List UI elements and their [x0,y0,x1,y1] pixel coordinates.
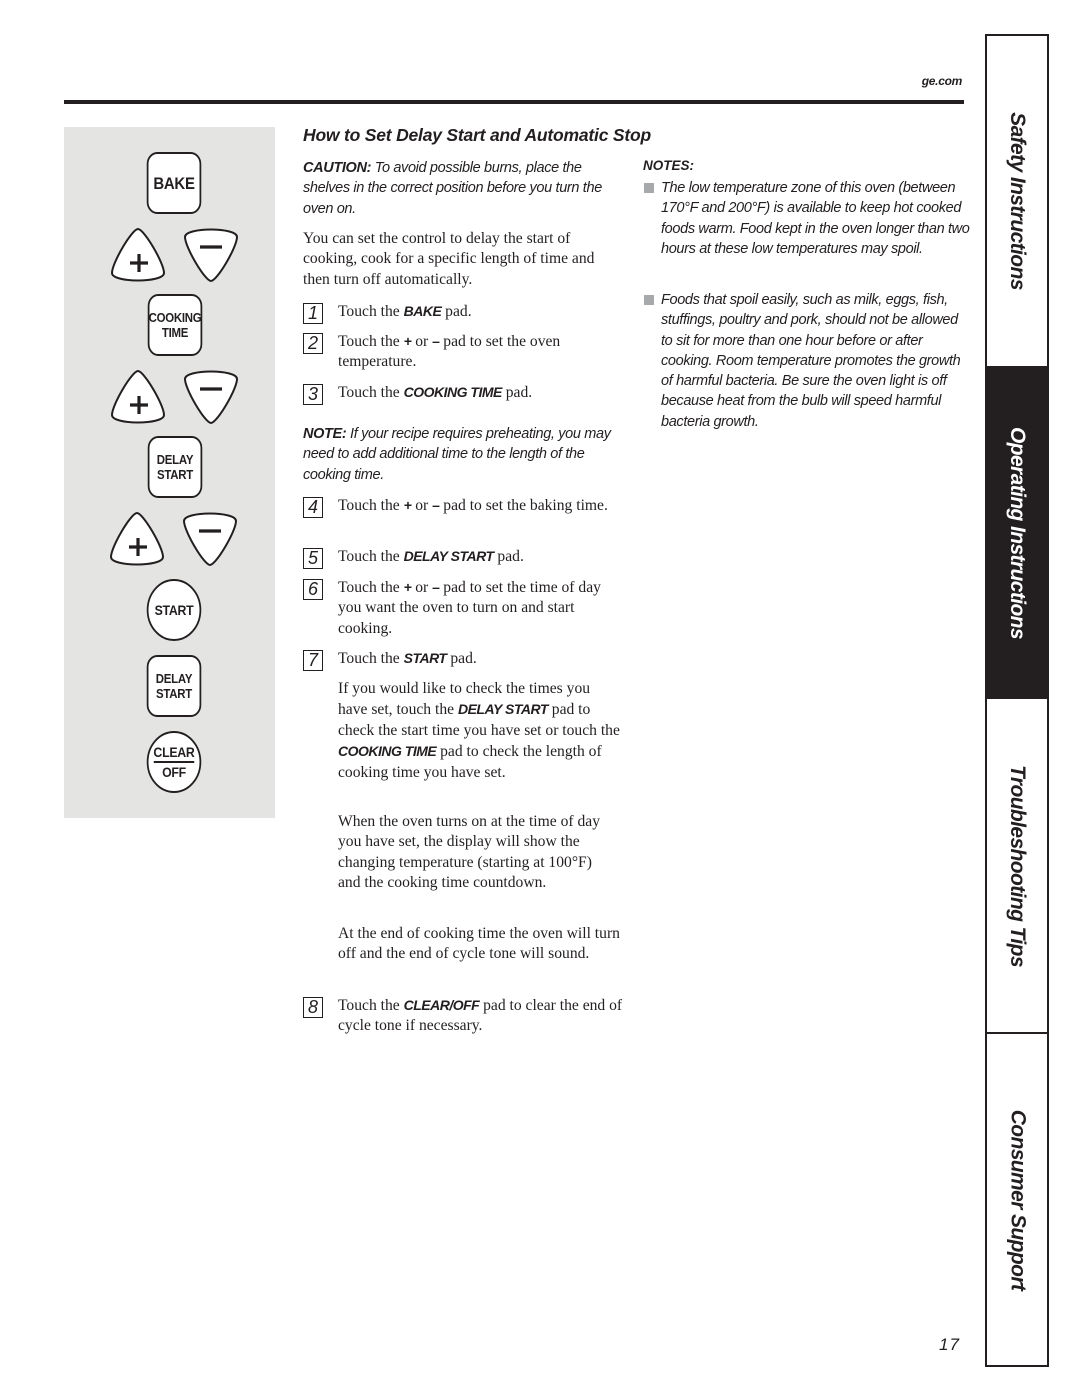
square-bullet-icon [644,183,654,193]
step-number: 3 [303,384,323,405]
step-number: 6 [303,579,323,600]
tab-label: Operating Instructions [1006,426,1029,639]
tab-safety-instructions[interactable]: Safety Instructions [987,36,1047,366]
check-times-paragraph: If you would like to check the times you… [338,680,620,781]
notes-heading: NOTES: [643,158,695,173]
step-text: Touch the COOKING TIME pad. [338,384,533,401]
step-text: Touch the START pad. [338,650,477,667]
step-number: 1 [303,303,323,324]
tab-label: Consumer Support [1006,1109,1030,1290]
plus-pad-1 [110,227,166,282]
start-pad-label: START [154,601,194,618]
step-number: 8 [303,997,323,1018]
step-text: Touch the DELAY START pad. [338,548,524,565]
delay-start-pad-2: DELAY START [146,655,202,717]
end-of-cooking-paragraph: At the end of cooking time the oven will… [338,925,620,963]
bake-pad-label: BAKE [153,173,195,193]
clear-off-pad-label-2: OFF [162,763,186,780]
step-text: Touch the CLEAR/OFF pad to clear the end… [338,997,623,1035]
step-text: Touch the + or – pad to set the oven tem… [338,333,561,371]
tab-troubleshooting-tips[interactable]: Troubleshooting Tips [987,699,1047,1032]
intro-paragraph: You can set the control to delay the sta… [303,230,595,288]
delay-start-pad: DELAY START [147,436,203,498]
note-item-text: The low temperature zone of this oven (b… [661,180,970,257]
minus-pad-2 [183,370,239,425]
note-label: NOTE: [303,426,347,442]
step-text: Touch the + or – pad to set the time of … [338,579,601,637]
bake-pad: BAKE [146,152,202,214]
step-number: 4 [303,497,323,518]
clear-off-pad: CLEAR OFF [146,731,202,793]
step-text: Touch the + or – pad to set the baking t… [338,497,608,514]
plus-pad-3 [109,511,165,566]
cooking-time-pad-label-2: TIME [161,325,189,340]
note-text: NOTE: If your recipe requires preheating… [303,424,623,485]
start-pad: START [146,579,202,641]
step-text: Touch the BAKE pad. [338,303,472,320]
clear-off-pad-label-1: CLEAR [153,744,195,763]
plus-pad-2 [110,369,166,424]
delay-start-pad-label-2: START [157,467,193,482]
step-number: 2 [303,333,323,354]
note-item-text: Foods that spoil easily, such as milk, e… [661,292,961,430]
oven-on-paragraph: When the oven turns on at the time of da… [338,813,600,892]
cooking-time-pad-label-1: COOKING [148,310,202,325]
site-url[interactable]: ge.com [922,74,963,88]
caution-label: CAUTION: [303,160,372,176]
cooking-time-pad: COOKING TIME [147,294,203,356]
step-number: 5 [303,548,323,569]
delay-start-pad-2-label-2: START [156,686,192,701]
minus-pad-1 [183,228,239,283]
tab-consumer-support[interactable]: Consumer Support [987,1032,1047,1365]
delay-start-pad-2-label-1: DELAY [155,671,193,686]
header-rule [64,100,964,104]
delay-start-pad-label-1: DELAY [156,452,194,467]
tab-label: Troubleshooting Tips [1006,764,1030,967]
caution-text: CAUTION: To avoid possible burns, place … [303,158,623,219]
minus-pad-3 [182,512,238,567]
tab-label: Safety Instructions [1006,112,1029,290]
step-number: 7 [303,650,323,671]
side-tab-navigation: Safety Instructions Operating Instructio… [985,34,1049,1367]
page-number: 17 [939,1335,960,1354]
note-body: If your recipe requires preheating, you … [303,426,611,483]
control-panel-illustration: BAKE COOKING TIME DELAY START START DELA… [64,127,275,818]
section-title: How to Set Delay Start and Automatic Sto… [303,125,651,145]
square-bullet-icon [644,295,654,305]
tab-operating-instructions[interactable]: Operating Instructions [987,366,1047,699]
